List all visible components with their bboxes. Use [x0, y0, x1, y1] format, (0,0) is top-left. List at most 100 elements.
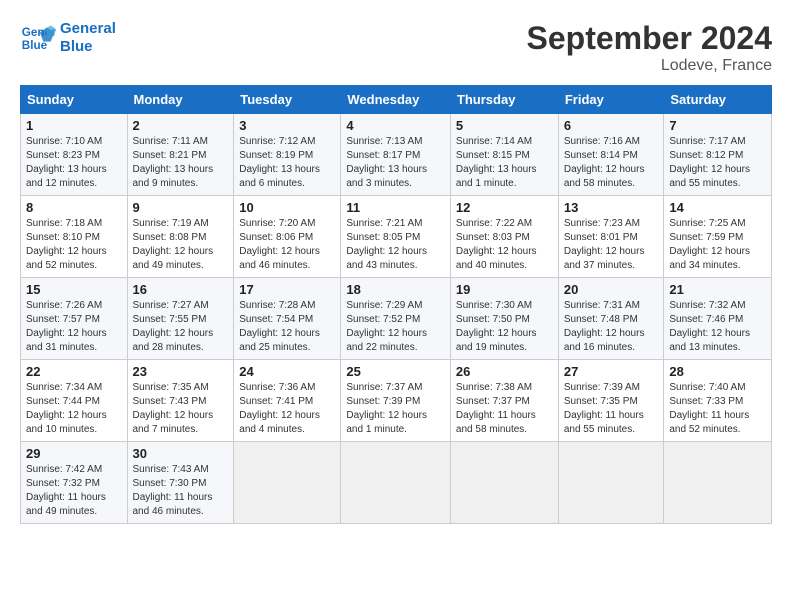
calendar-cell: 18 Sunrise: 7:29 AM Sunset: 7:52 PM Dayli…: [341, 278, 451, 360]
calendar-cell: 13 Sunrise: 7:23 AM Sunset: 8:01 PM Dayli…: [558, 196, 664, 278]
day-number: 26: [456, 364, 553, 379]
calendar-cell: [234, 442, 341, 524]
calendar-cell: 23Sunrise: 7:35 AM Sunset: 7:43 PM Dayli…: [127, 360, 234, 442]
column-header-tuesday: Tuesday: [234, 86, 341, 114]
day-info: Sunrise: 7:13 AM Sunset: 8:17 PM Dayligh…: [346, 135, 445, 191]
calendar-cell: 20 Sunrise: 7:31 AM Sunset: 7:48 PM Dayli…: [558, 278, 664, 360]
calendar-cell: 15 Sunrise: 7:26 AM Sunset: 7:57 PM Dayli…: [21, 278, 128, 360]
calendar-cell: 9 Sunrise: 7:19 AM Sunset: 8:08 PM Daylig…: [127, 196, 234, 278]
day-info: Sunrise: 7:30 AM Sunset: 7:50 PM Dayligh…: [456, 299, 553, 355]
calendar-cell: 3 Sunrise: 7:12 AM Sunset: 8:19 PM Daylig…: [234, 114, 341, 196]
calendar-cell: 19 Sunrise: 7:30 AM Sunset: 7:50 PM Dayli…: [450, 278, 558, 360]
calendar-cell: 25 Sunrise: 7:37 AM Sunset: 7:39 PM Dayli…: [341, 360, 451, 442]
day-info: Sunrise: 7:21 AM Sunset: 8:05 PM Dayligh…: [346, 217, 445, 273]
column-header-friday: Friday: [558, 86, 664, 114]
calendar-cell: 17Sunrise: 7:28 AM Sunset: 7:54 PM Dayli…: [234, 278, 341, 360]
day-info: Sunrise: 7:26 AM Sunset: 7:57 PM Dayligh…: [26, 299, 122, 355]
day-number: 25: [346, 364, 445, 379]
calendar-week-row: 15 Sunrise: 7:26 AM Sunset: 7:57 PM Dayli…: [21, 278, 772, 360]
day-number: 16: [133, 282, 229, 297]
day-info: Sunrise: 7:38 AM Sunset: 7:37 PM Dayligh…: [456, 381, 553, 437]
calendar-cell: 24Sunrise: 7:36 AM Sunset: 7:41 PM Dayli…: [234, 360, 341, 442]
day-info: Sunrise: 7:40 AM Sunset: 7:33 PM Dayligh…: [669, 381, 766, 437]
page-header: General Blue General Blue September 2024…: [20, 20, 772, 75]
calendar-cell: 8Sunrise: 7:18 AM Sunset: 8:10 PM Daylig…: [21, 196, 128, 278]
calendar-cell: 10Sunrise: 7:20 AM Sunset: 8:06 PM Dayli…: [234, 196, 341, 278]
day-info: Sunrise: 7:43 AM Sunset: 7:30 PM Dayligh…: [133, 463, 229, 519]
column-header-thursday: Thursday: [450, 86, 558, 114]
calendar-cell: 26 Sunrise: 7:38 AM Sunset: 7:37 PM Dayli…: [450, 360, 558, 442]
day-number: 14: [669, 200, 766, 215]
column-header-monday: Monday: [127, 86, 234, 114]
day-info: Sunrise: 7:27 AM Sunset: 7:55 PM Dayligh…: [133, 299, 229, 355]
calendar-cell: 5 Sunrise: 7:14 AM Sunset: 8:15 PM Daylig…: [450, 114, 558, 196]
column-header-wednesday: Wednesday: [341, 86, 451, 114]
day-number: 27: [564, 364, 659, 379]
day-number: 24: [239, 364, 335, 379]
day-info: Sunrise: 7:19 AM Sunset: 8:08 PM Dayligh…: [133, 217, 229, 273]
logo-text-blue: Blue: [60, 38, 116, 56]
calendar-cell: 4 Sunrise: 7:13 AM Sunset: 8:17 PM Daylig…: [341, 114, 451, 196]
calendar-cell: 21 Sunrise: 7:32 AM Sunset: 7:46 PM Dayli…: [664, 278, 772, 360]
calendar-cell: [558, 442, 664, 524]
month-title: September 2024: [527, 20, 772, 57]
day-info: Sunrise: 7:16 AM Sunset: 8:14 PM Dayligh…: [564, 135, 659, 191]
column-header-saturday: Saturday: [664, 86, 772, 114]
calendar-cell: 7Sunrise: 7:17 AM Sunset: 8:12 PM Daylig…: [664, 114, 772, 196]
day-info: Sunrise: 7:23 AM Sunset: 8:01 PM Dayligh…: [564, 217, 659, 273]
day-info: Sunrise: 7:12 AM Sunset: 8:19 PM Dayligh…: [239, 135, 335, 191]
calendar-header-row: SundayMondayTuesdayWednesdayThursdayFrid…: [21, 86, 772, 114]
calendar-cell: 30 Sunrise: 7:43 AM Sunset: 7:30 PM Dayli…: [127, 442, 234, 524]
logo-text-general: General: [60, 20, 116, 38]
day-number: 1: [26, 118, 122, 133]
calendar-cell: 11 Sunrise: 7:21 AM Sunset: 8:05 PM Dayli…: [341, 196, 451, 278]
day-number: 13: [564, 200, 659, 215]
day-number: 30: [133, 446, 229, 461]
day-number: 28: [669, 364, 766, 379]
calendar-cell: 22Sunrise: 7:34 AM Sunset: 7:44 PM Dayli…: [21, 360, 128, 442]
calendar-cell: [664, 442, 772, 524]
calendar-cell: 12 Sunrise: 7:22 AM Sunset: 8:03 PM Dayli…: [450, 196, 558, 278]
title-block: September 2024 Lodeve, France: [527, 20, 772, 75]
calendar-week-row: 1Sunrise: 7:10 AM Sunset: 8:23 PM Daylig…: [21, 114, 772, 196]
calendar-cell: 28 Sunrise: 7:40 AM Sunset: 7:33 PM Dayli…: [664, 360, 772, 442]
day-number: 3: [239, 118, 335, 133]
calendar-cell: 27Sunrise: 7:39 AM Sunset: 7:35 PM Dayli…: [558, 360, 664, 442]
calendar-cell: 16 Sunrise: 7:27 AM Sunset: 7:55 PM Dayli…: [127, 278, 234, 360]
day-info: Sunrise: 7:18 AM Sunset: 8:10 PM Dayligh…: [26, 217, 122, 273]
calendar-week-row: 22Sunrise: 7:34 AM Sunset: 7:44 PM Dayli…: [21, 360, 772, 442]
day-number: 19: [456, 282, 553, 297]
day-info: Sunrise: 7:29 AM Sunset: 7:52 PM Dayligh…: [346, 299, 445, 355]
day-info: Sunrise: 7:17 AM Sunset: 8:12 PM Dayligh…: [669, 135, 766, 191]
day-info: Sunrise: 7:37 AM Sunset: 7:39 PM Dayligh…: [346, 381, 445, 437]
day-number: 15: [26, 282, 122, 297]
calendar-cell: 29Sunrise: 7:42 AM Sunset: 7:32 PM Dayli…: [21, 442, 128, 524]
day-number: 6: [564, 118, 659, 133]
day-number: 5: [456, 118, 553, 133]
day-number: 4: [346, 118, 445, 133]
day-info: Sunrise: 7:42 AM Sunset: 7:32 PM Dayligh…: [26, 463, 122, 519]
day-number: 18: [346, 282, 445, 297]
calendar-week-row: 8Sunrise: 7:18 AM Sunset: 8:10 PM Daylig…: [21, 196, 772, 278]
day-number: 12: [456, 200, 553, 215]
day-info: Sunrise: 7:22 AM Sunset: 8:03 PM Dayligh…: [456, 217, 553, 273]
day-number: 20: [564, 282, 659, 297]
column-header-sunday: Sunday: [21, 86, 128, 114]
logo-icon: General Blue: [20, 20, 56, 56]
day-info: Sunrise: 7:14 AM Sunset: 8:15 PM Dayligh…: [456, 135, 553, 191]
calendar-cell: [341, 442, 451, 524]
calendar-cell: 1Sunrise: 7:10 AM Sunset: 8:23 PM Daylig…: [21, 114, 128, 196]
day-info: Sunrise: 7:32 AM Sunset: 7:46 PM Dayligh…: [669, 299, 766, 355]
day-number: 11: [346, 200, 445, 215]
day-number: 21: [669, 282, 766, 297]
day-info: Sunrise: 7:25 AM Sunset: 7:59 PM Dayligh…: [669, 217, 766, 273]
location: Lodeve, France: [527, 57, 772, 75]
day-number: 23: [133, 364, 229, 379]
day-info: Sunrise: 7:11 AM Sunset: 8:21 PM Dayligh…: [133, 135, 229, 191]
day-info: Sunrise: 7:31 AM Sunset: 7:48 PM Dayligh…: [564, 299, 659, 355]
calendar-cell: 14 Sunrise: 7:25 AM Sunset: 7:59 PM Dayli…: [664, 196, 772, 278]
day-number: 9: [133, 200, 229, 215]
day-info: Sunrise: 7:28 AM Sunset: 7:54 PM Dayligh…: [239, 299, 335, 355]
calendar-table: SundayMondayTuesdayWednesdayThursdayFrid…: [20, 85, 772, 524]
calendar-cell: [450, 442, 558, 524]
